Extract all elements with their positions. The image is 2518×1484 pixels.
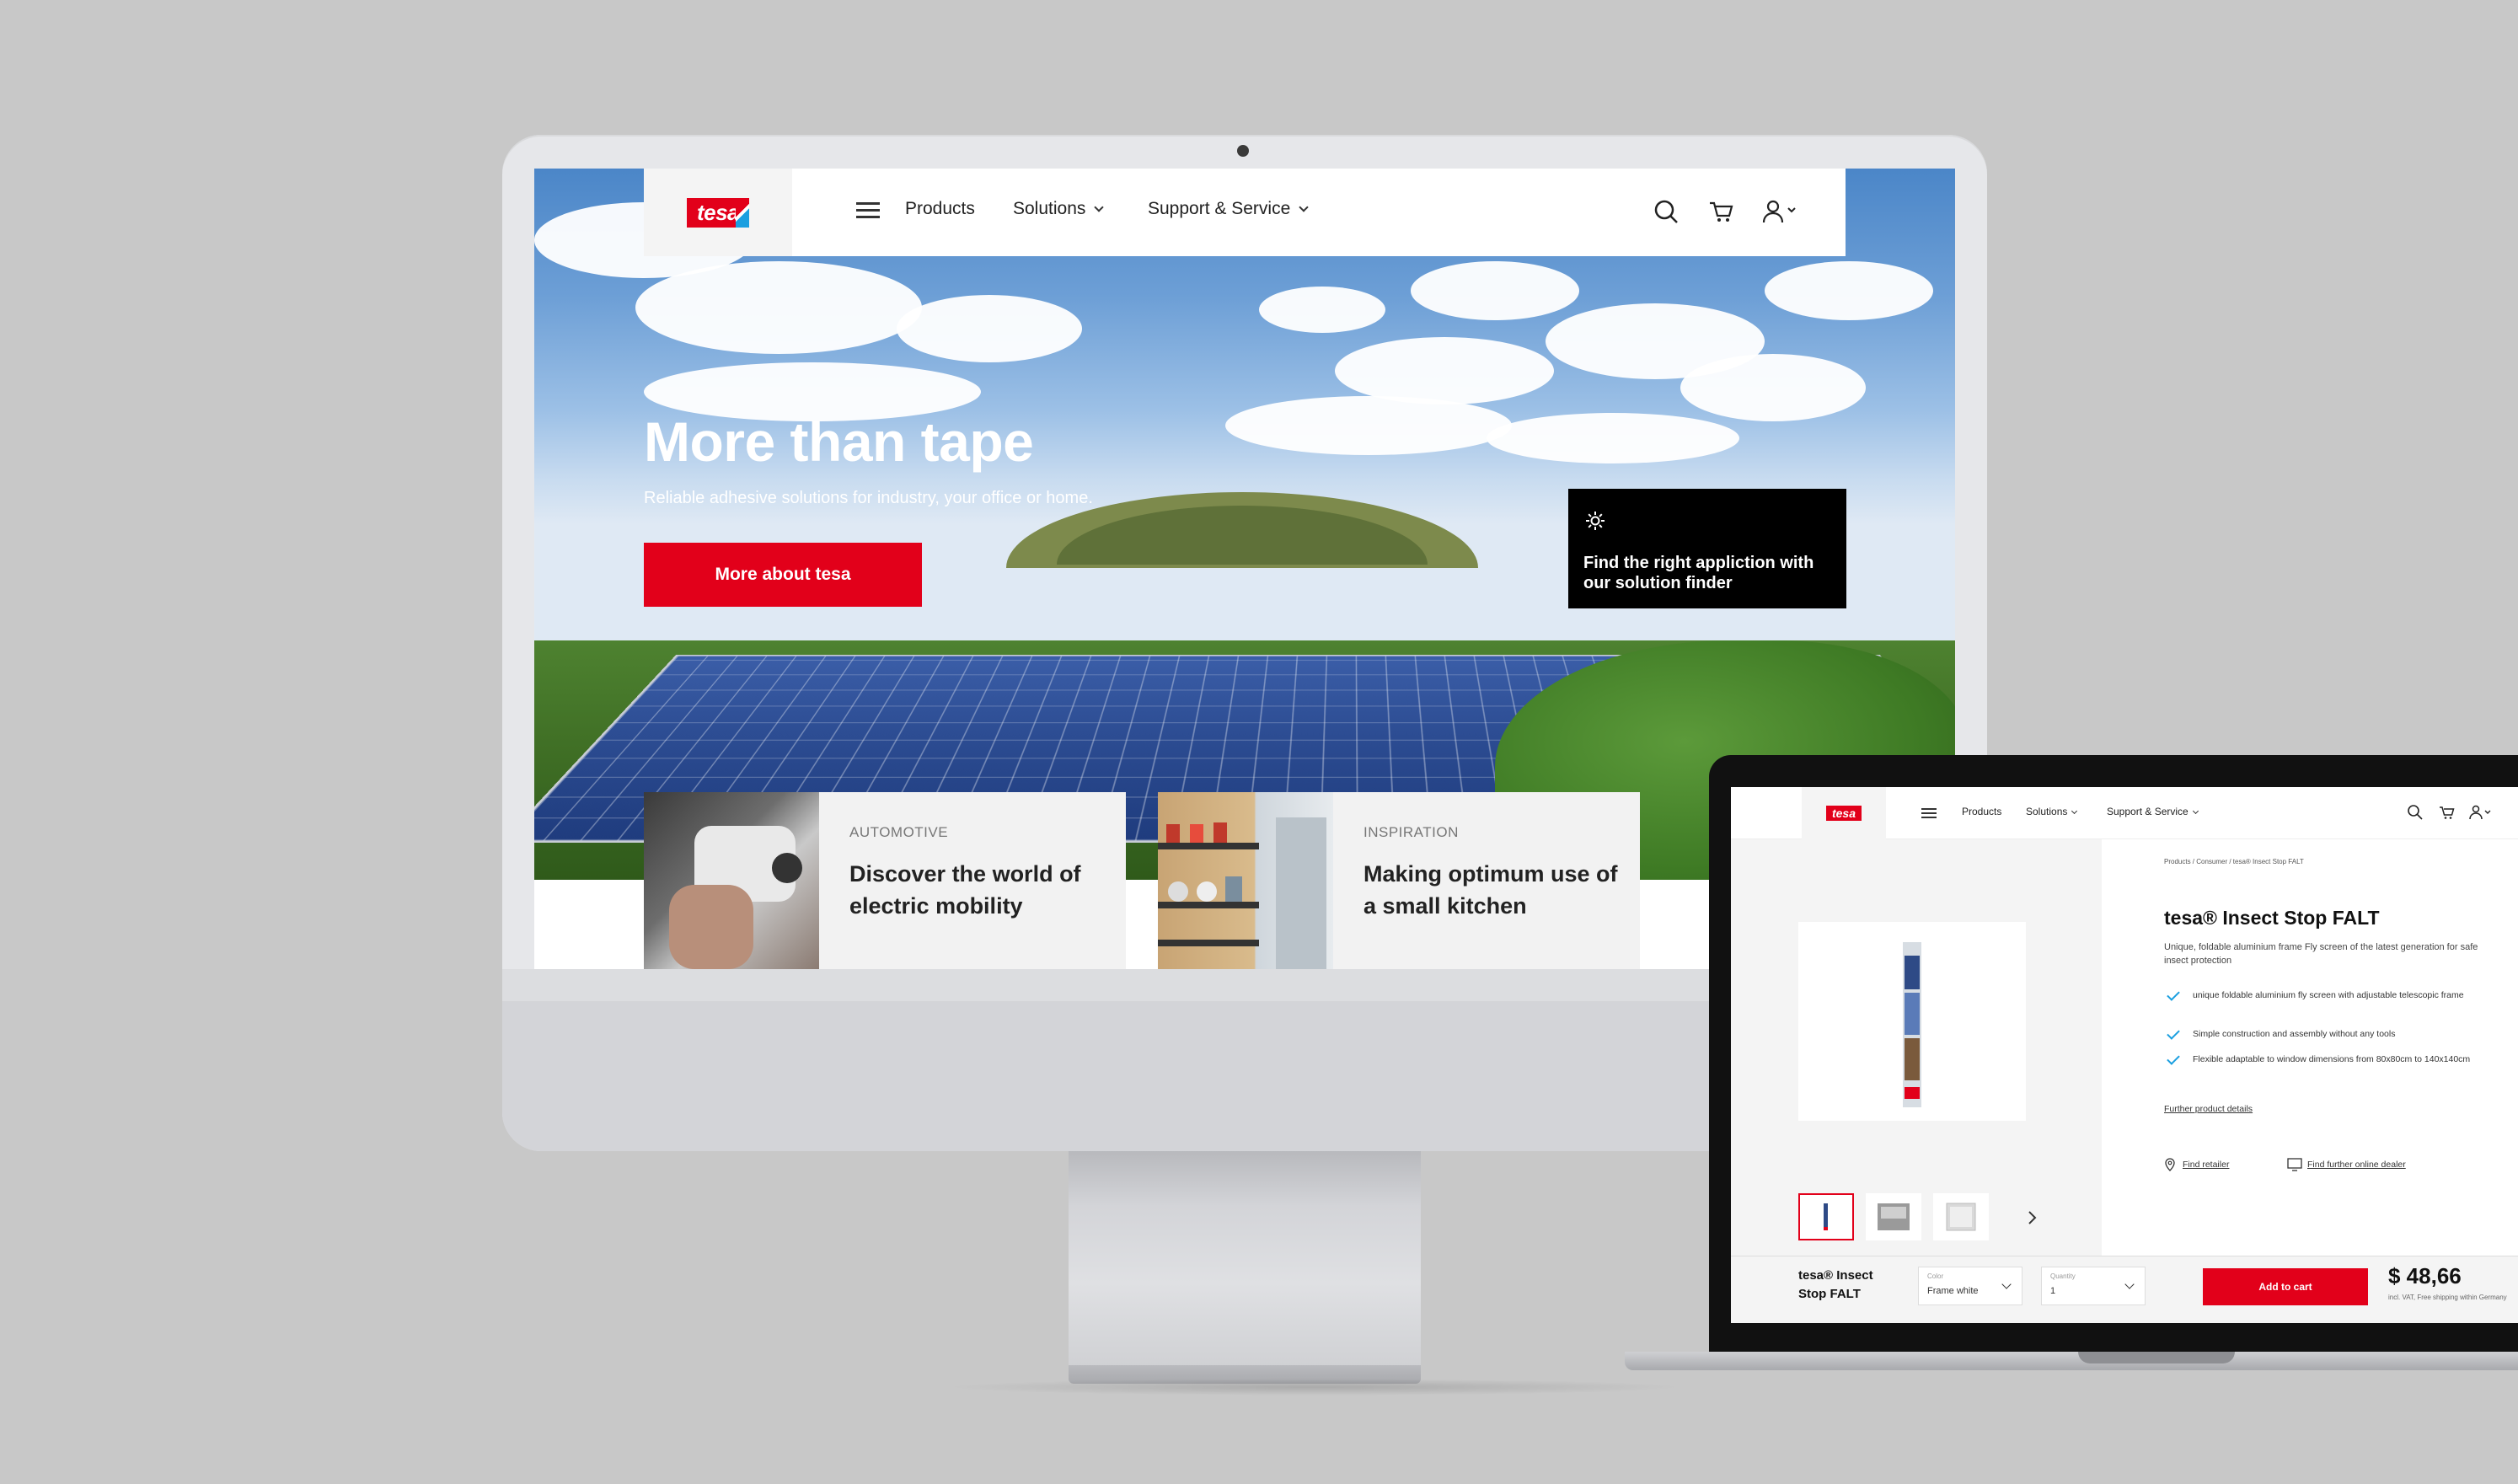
nav-solutions[interactable]: Solutions [1013, 199, 1105, 219]
thumbnail-3[interactable] [1933, 1193, 1989, 1240]
laptop-screen: tesa Products Solutions Support & Servic… [1731, 787, 2518, 1323]
laptop-notch [2078, 1352, 2235, 1363]
laptop-header: tesa Products Solutions Support & Servic… [1731, 787, 2518, 839]
ev-charging-image [644, 792, 819, 969]
footer-product-name: tesa® Insect Stop FALT [1798, 1268, 1873, 1301]
nav-support[interactable]: Support & Service [1148, 199, 1309, 219]
monitor-icon [2287, 1158, 2302, 1171]
nav-support[interactable]: Support & Service [2107, 806, 2199, 817]
teaser-title: Making optimum use of a small kitchen [1363, 861, 1618, 919]
add-to-cart-button[interactable]: Add to cart [2203, 1268, 2368, 1305]
chevron-down-icon [1094, 202, 1105, 212]
find-retailer-link[interactable]: Find retailer [2183, 1160, 2229, 1170]
nav-solutions[interactable]: Solutions [2026, 806, 2078, 817]
feature-text: Flexible adaptable to window dimensions … [2193, 1054, 2471, 1064]
logo-box[interactable]: tesa [1802, 787, 1886, 839]
nav-support-label: Support & Service [2107, 806, 2189, 817]
color-select[interactable]: Color Frame white [1918, 1267, 2022, 1305]
teaser-inspiration[interactable]: INSPIRATION Making optimum use of a smal… [1158, 792, 1640, 969]
hero-title: More than tape [644, 410, 1034, 473]
chevron-down-icon [2001, 1279, 2012, 1289]
solution-finder-text: Find the right appliction with our solut… [1583, 554, 1814, 592]
product-description: Unique, foldable aluminium frame Fly scr… [2164, 942, 2478, 966]
vat-note: incl. VAT, Free shipping within Germany [2388, 1294, 2507, 1301]
thumbnail-1[interactable] [1798, 1193, 1854, 1240]
feature-bullet: Flexible adaptable to window dimensions … [2164, 1052, 2501, 1066]
sticky-buy-bar: tesa® Insect Stop FALT Color Frame white… [1731, 1256, 2518, 1323]
search-icon[interactable] [1652, 197, 1680, 226]
feature-text: unique foldable aluminium fly screen wit… [2193, 990, 2464, 1000]
solution-finder-card[interactable]: Find the right appliction with our solut… [1568, 489, 1846, 608]
chevron-right-icon[interactable] [2026, 1210, 2038, 1225]
nav-products[interactable]: Products [1962, 806, 2001, 817]
camera-dot [1237, 145, 1249, 157]
cart-icon[interactable] [1707, 197, 1736, 226]
laptop-base [1625, 1352, 2518, 1370]
quantity-select[interactable]: Quantity 1 [2041, 1267, 2146, 1305]
menu-icon[interactable] [856, 202, 880, 221]
feature-text: Simple construction and assembly without… [2193, 1029, 2396, 1039]
imac-shadow [944, 1379, 1685, 1396]
nav-solutions-label: Solutions [2026, 806, 2068, 817]
gear-icon [1586, 512, 1605, 530]
site-header: tesa Products Solutions Support & Servic… [644, 169, 1846, 256]
further-details-link[interactable]: Further product details [2164, 1104, 2253, 1114]
chevron-down-icon [2124, 1279, 2135, 1289]
chevron-down-icon [2071, 807, 2078, 815]
teaser-category: INSPIRATION [1363, 824, 1459, 840]
location-pin-icon [2165, 1158, 2175, 1171]
menu-icon[interactable] [1921, 807, 1937, 819]
color-label: Color [1927, 1272, 1944, 1280]
teaser-automotive[interactable]: AUTOMOTIVE Discover the world of electri… [644, 792, 1126, 969]
account-icon[interactable] [1761, 197, 1802, 226]
product-gallery [1731, 839, 2102, 1256]
tesa-logo[interactable]: tesa [1825, 806, 1862, 821]
chevron-down-icon [2192, 807, 2199, 815]
price: $ 48,66 [2388, 1263, 2462, 1288]
cart-icon[interactable] [2439, 804, 2456, 821]
teaser-title: Discover the world of electric mobility [849, 861, 1081, 919]
nav-support-label: Support & Service [1148, 199, 1291, 218]
nav-solutions-label: Solutions [1013, 199, 1086, 218]
thumbnail-2[interactable] [1866, 1193, 1921, 1240]
feature-bullet: Simple construction and assembly without… [2164, 1026, 2501, 1041]
color-value: Frame white [1927, 1286, 1979, 1296]
logo-box[interactable]: tesa [644, 169, 792, 256]
more-about-tesa-button[interactable]: More about tesa [644, 543, 922, 607]
product-title: tesa® Insect Stop FALT [2164, 907, 2380, 929]
quantity-label: Quantity [2050, 1272, 2076, 1280]
imac-stand [1069, 1151, 1421, 1372]
nav-products[interactable]: Products [905, 199, 975, 219]
find-dealer-link[interactable]: Find further online dealer [2307, 1160, 2406, 1170]
product-details: Products / Consumer / tesa® Insect Stop … [2102, 839, 2518, 1256]
check-icon [2167, 988, 2180, 1001]
kitchen-shelf-image [1158, 792, 1333, 969]
product-main-image[interactable] [1798, 922, 2026, 1121]
check-icon [2167, 1052, 2180, 1065]
account-icon[interactable] [2469, 804, 2494, 821]
search-icon[interactable] [2407, 804, 2424, 821]
quantity-value: 1 [2050, 1286, 2056, 1296]
feature-bullet: unique foldable aluminium fly screen wit… [2164, 988, 2501, 1002]
chevron-down-icon [1299, 202, 1309, 212]
breadcrumb[interactable]: Products / Consumer / tesa® Insect Stop … [2164, 858, 2304, 865]
teaser-category: AUTOMOTIVE [849, 824, 949, 840]
check-icon [2167, 1026, 2180, 1040]
tesa-logo[interactable]: tesa [686, 197, 750, 228]
hero-subtitle: Reliable adhesive solutions for industry… [644, 489, 1093, 507]
